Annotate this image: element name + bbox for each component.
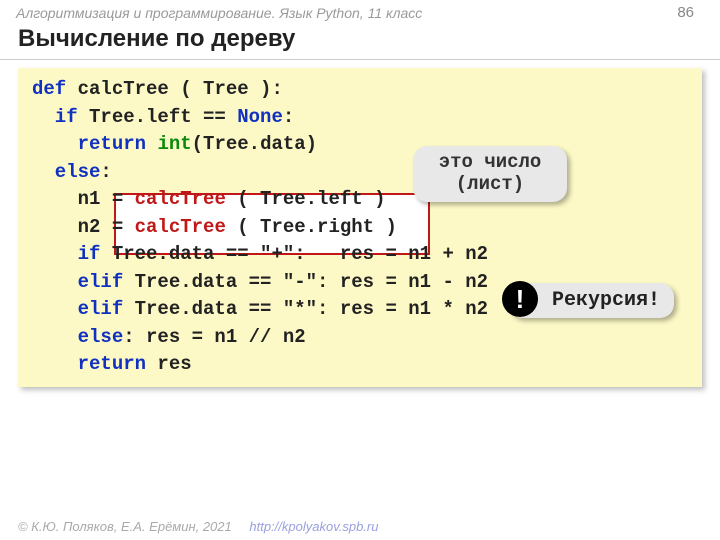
fn-name: calcTree ( Tree ): (66, 78, 283, 100)
copyright: © К.Ю. Поляков, Е.А. Ерёмин, 2021 (18, 519, 232, 534)
rec-call-1: calcTree (135, 188, 226, 210)
kw-else: else (32, 161, 100, 183)
page-title: Вычисление по дереву (0, 23, 720, 60)
kw-if: if (32, 106, 78, 128)
footer-url: http://kpolyakov.spb.ru (249, 519, 378, 534)
footer: © К.Ю. Поляков, Е.А. Ерёмин, 2021 http:/… (18, 519, 378, 534)
page-number: 86 (677, 4, 704, 21)
kw-def: def (32, 78, 66, 100)
code-block: def calcTree ( Tree ): if Tree.left == N… (18, 68, 702, 387)
fn-int: int (157, 133, 191, 155)
kw-none: None (237, 106, 283, 128)
breadcrumb: Алгоритмизация и программирование. Язык … (16, 5, 422, 21)
kw-return: return (78, 133, 146, 155)
slide-header: Алгоритмизация и программирование. Язык … (0, 0, 720, 23)
rec-call-2: calcTree (135, 216, 226, 238)
